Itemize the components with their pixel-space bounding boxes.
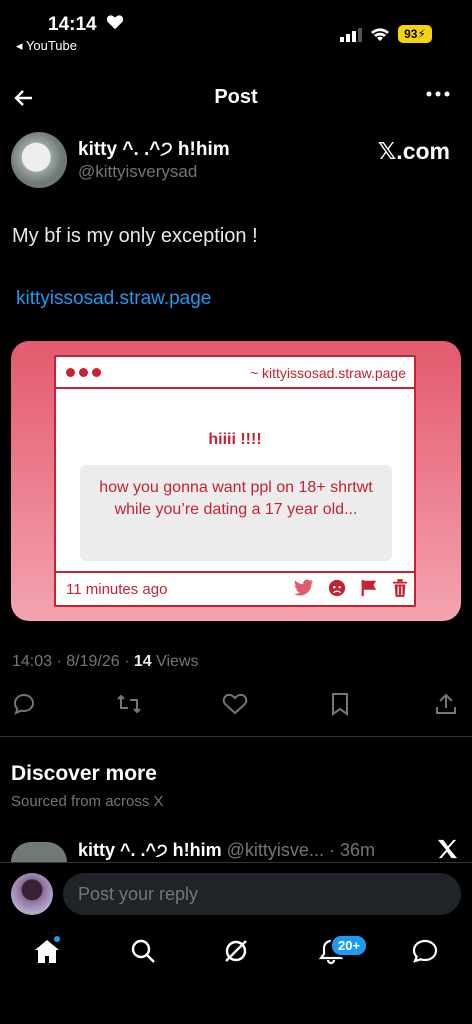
post-link[interactable]: kittyissosad.straw.page — [16, 288, 211, 310]
window-dots — [66, 368, 101, 377]
search-icon[interactable] — [130, 938, 156, 964]
repost-icon[interactable] — [116, 692, 142, 716]
status-bar: 14:14 ◂ YouTube 93 ⚡ — [0, 0, 472, 60]
back-to-youtube[interactable]: ◂ YouTube — [16, 38, 77, 54]
recommended-avatar[interactable] — [11, 842, 67, 862]
card-window: ~ kittyissosad.straw.page hiiii !!!! how… — [54, 355, 416, 607]
bottom-tab-bar: 20+ — [0, 924, 472, 1024]
author-handle[interactable]: @kittyisverysad — [78, 162, 197, 182]
angry-icon — [328, 579, 346, 597]
recommended-handle: @kittyisve... · 36m — [226, 840, 375, 860]
views-count: 14 — [133, 653, 152, 670]
page-title: Post — [214, 86, 258, 108]
card-message: how you gonna want ppl on 18+ shrtwt whi… — [80, 465, 392, 561]
heart-icon — [106, 15, 124, 30]
notifications-badge: 20+ — [330, 934, 369, 957]
x-logo-icon — [437, 839, 458, 859]
post-text: My bf is my only exception ! — [12, 225, 258, 247]
author-avatar[interactable] — [11, 132, 67, 188]
image-card[interactable]: ~ kittyissosad.straw.page hiiii !!!! how… — [11, 341, 461, 621]
window-url: ~ kittyissosad.straw.page — [249, 365, 406, 381]
divider — [0, 736, 472, 737]
window-titlebar: ~ kittyissosad.straw.page — [56, 357, 414, 389]
flag-icon — [361, 579, 377, 597]
discover-title: Discover more — [11, 762, 157, 785]
wifi-icon — [371, 28, 389, 41]
author-name[interactable]: kitty ^. .^੭ h!him — [78, 139, 230, 161]
reply-input[interactable] — [63, 873, 461, 915]
reply-icon[interactable] — [12, 692, 36, 716]
card-greeting: hiiii !!!! — [208, 431, 262, 448]
recommended-post-header[interactable]: kitty ^. .^੭ h!him @kittyisve... · 36m — [78, 840, 375, 861]
my-avatar — [11, 873, 53, 915]
post-timestamp: 14:03 · 8/19/26 · — [12, 653, 134, 670]
window-footer: 11 minutes ago — [56, 571, 414, 605]
action-bar — [0, 692, 472, 718]
battery-level: 93 — [404, 27, 418, 41]
more-icon[interactable] — [426, 90, 450, 98]
source-watermark: 𝕏.com — [377, 138, 450, 164]
share-icon[interactable] — [434, 692, 458, 716]
signal-icon — [340, 28, 362, 42]
bookmark-icon[interactable] — [330, 692, 350, 716]
post-header: Post — [0, 76, 472, 120]
messages-icon[interactable] — [412, 938, 438, 964]
views-label: Views — [151, 653, 199, 670]
post-meta: 14:03 · 8/19/26 · 14 Views — [12, 653, 199, 671]
discover-subtitle: Sourced from across X — [11, 793, 164, 810]
battery-icon: 93 ⚡ — [398, 25, 432, 43]
reply-bar — [0, 862, 472, 924]
like-icon[interactable] — [222, 692, 248, 716]
twitter-icon — [294, 579, 314, 596]
card-time-ago: 11 minutes ago — [66, 581, 168, 598]
status-time: 14:14 — [48, 14, 97, 35]
trash-icon — [392, 579, 408, 597]
recommended-author: kitty ^. .^੭ h!him — [78, 840, 222, 860]
grok-icon[interactable] — [223, 938, 249, 964]
home-icon[interactable] — [34, 938, 60, 964]
